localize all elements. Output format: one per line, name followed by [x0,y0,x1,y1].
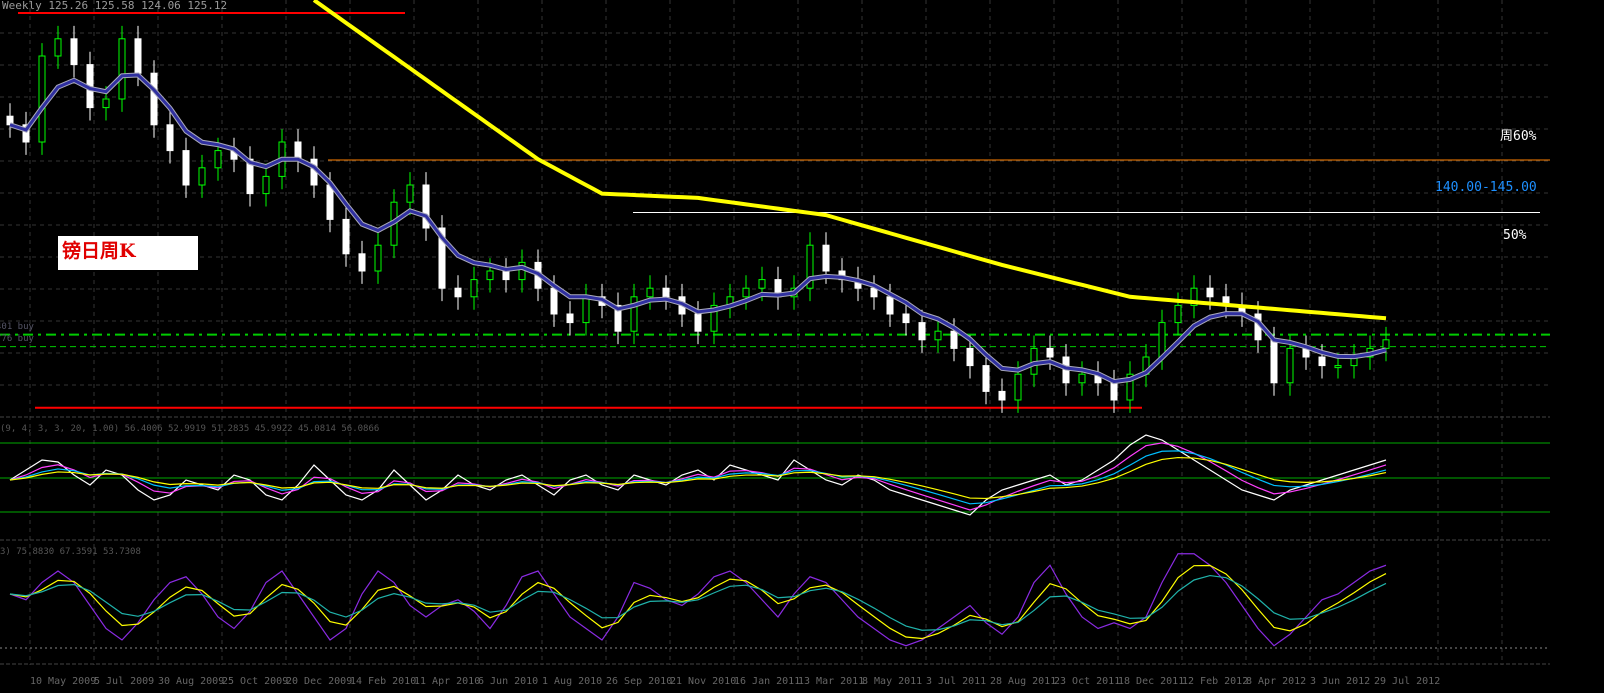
candle-body [182,150,190,186]
candle-body [406,184,414,203]
x-tick-label: 18 Dec 2011 [1118,676,1185,687]
x-tick-label: 28 Aug 2011 [990,676,1057,687]
candle-body [1078,373,1086,384]
price-chart [0,0,1550,665]
x-tick-label: 16 Jan 2011 [734,676,801,687]
candle-body [950,330,958,349]
candle-body [630,296,638,332]
candle-body [454,287,462,298]
indicator2-label: 3) 75.8830 67.3591 53.7308 [0,547,141,557]
label-50: 50% [1503,228,1527,243]
candle-body [38,55,46,143]
candle-body [822,244,830,272]
candle-body [262,175,270,195]
candle-body [326,184,334,220]
candle-body [918,322,926,341]
candle-body [646,287,654,298]
osc1-signal [9,442,1387,511]
candle-body [1014,373,1022,401]
candle-body [966,347,974,367]
candle-body [982,365,990,392]
x-tick-label: 23 Oct 2011 [1054,676,1121,687]
candle-body [1110,382,1118,401]
candle-body [758,279,766,289]
buy-label-2: 776 buy [0,334,34,344]
candle-body [102,98,110,109]
x-tick-label: 8 May 2011 [862,676,923,687]
candle-body [70,38,78,66]
candle-body [470,279,478,298]
candle-body [550,287,558,315]
buy-label-1: 401 buy [0,322,34,332]
candle-body [374,244,382,272]
candle-body [198,167,206,186]
candle-body [1046,347,1054,358]
x-tick-label: 12 Feb 2012 [1182,676,1249,687]
candle-body [214,150,222,169]
osc1-fast [9,450,1387,505]
candle-body [1318,356,1326,367]
candle-body [358,253,366,272]
candle-body [566,313,574,324]
symbol-info: Weekly 125.26 125.58 124.06 125.12 [2,0,228,12]
candle-body [342,218,350,255]
candle-body [166,124,174,152]
x-tick-label: 13 Mar 2011 [798,676,865,687]
candle-body [134,38,142,74]
candle-body [486,270,494,281]
chart-title-box: 镑日周K [58,236,198,270]
candle-body [742,287,750,298]
label-zone: 140.00-145.00 [1435,180,1537,195]
candle-body [694,313,702,332]
x-tick-label: 6 Jun 2010 [478,676,539,687]
candle-body [294,141,302,160]
osc2-signal [9,564,1387,640]
indicator1-label: (9, 4, 3, 3, 20, 1.00) 56.4006 52.9919 5… [0,424,380,434]
candle-body [582,296,590,324]
x-tick-label: 1 Aug 2010 [542,676,603,687]
candle-body [150,72,158,126]
x-tick-label: 21 Nov 2010 [670,676,737,687]
candle-body [54,38,62,57]
candle-body [934,330,942,341]
x-tick-label: 3 Jun 2012 [1310,676,1371,687]
x-tick-label: 20 Dec 2009 [286,676,353,687]
x-tick-label: 29 Jul 2012 [1374,676,1441,687]
candle-body [886,296,894,315]
x-tick-label: 11 Apr 2010 [414,676,481,687]
candle-body [1382,339,1390,349]
x-tick-label: 5 Jul 2009 [94,676,155,687]
candle-body [1206,287,1214,298]
candle-body [870,287,878,298]
candle-body [662,287,670,298]
x-tick-label: 30 Aug 2009 [158,676,225,687]
x-tick-label: 26 Sep 2010 [606,676,673,687]
candle-body [1174,304,1182,324]
x-tick-label: 10 May 2009 [30,676,97,687]
label-60: 周60% [1500,129,1537,144]
chart-window: Weekly 125.26 125.58 124.06 125.12 镑日周K … [0,0,1604,693]
candle-body [998,390,1006,401]
candle-body [1270,339,1278,384]
candle-body [1334,365,1342,369]
x-tick-label: 8 Apr 2012 [1246,676,1307,687]
x-tick-label: 25 Oct 2009 [222,676,289,687]
candle-body [1286,347,1294,384]
candle-body [502,270,510,281]
candle-body [1158,322,1166,358]
x-tick-label: 14 Feb 2010 [350,676,417,687]
candle-body [118,38,126,100]
x-tick-label: 3 Jul 2011 [926,676,987,687]
ma-slow-line [312,0,1387,321]
candle-body [902,313,910,324]
